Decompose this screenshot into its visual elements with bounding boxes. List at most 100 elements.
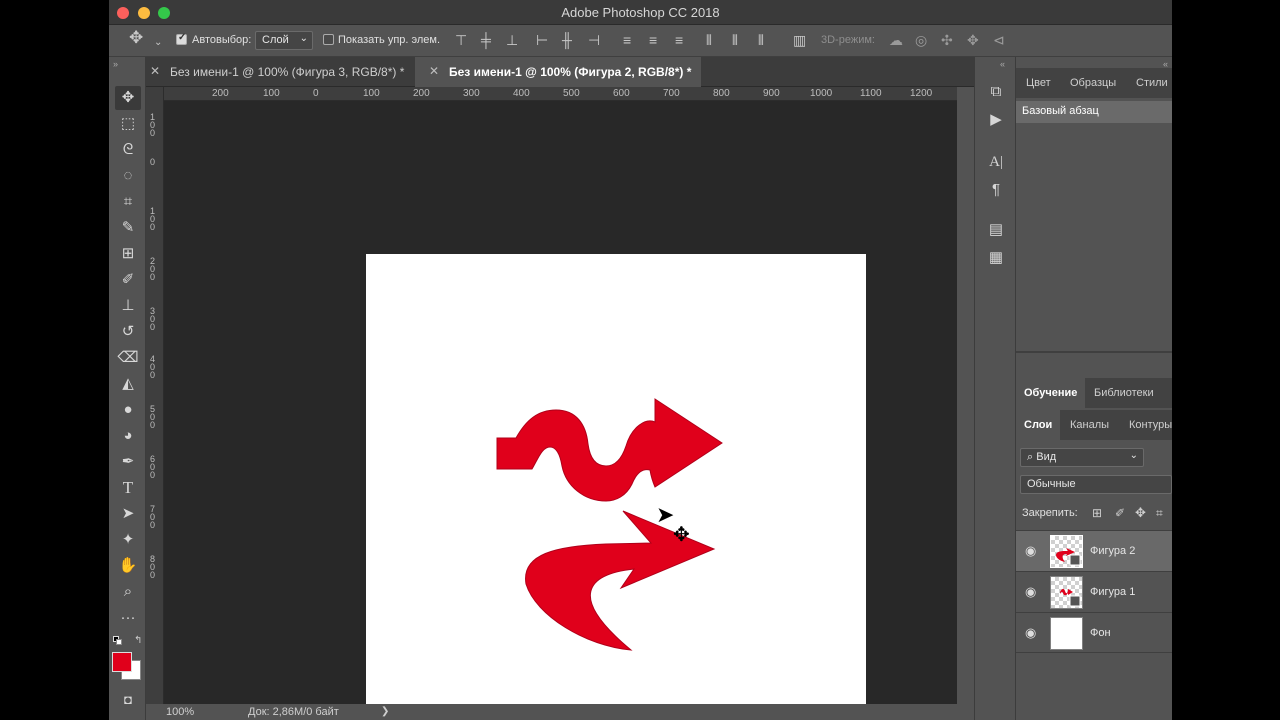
orbit-3d-icon[interactable]: ☁ [889, 33, 903, 47]
auto-select-dropdown[interactable]: Слой ⌄ [255, 31, 313, 50]
canvas-area[interactable]: ➤ ✥ [164, 101, 957, 720]
show-controls-checkbox[interactable] [323, 34, 334, 45]
ruler-tick: 800 [713, 88, 730, 99]
layer-name: Фигура 1 [1090, 586, 1136, 598]
dodge-tool-icon[interactable]: ◕ [115, 424, 141, 448]
distribute-vcenter-icon[interactable]: ≡ [649, 33, 657, 47]
blur-tool-icon[interactable]: ● [115, 398, 141, 422]
tab-paths[interactable]: Контуры [1121, 410, 1172, 440]
tab-document-figure-3[interactable]: ✕ Без имени-1 @ 100% (Фигура 3, RGB/8*) … [136, 57, 421, 87]
lock-transparency-icon[interactable]: ⊞ [1092, 506, 1102, 520]
move-tool-icon[interactable]: ✥ [115, 86, 141, 110]
tab-styles[interactable]: Стили [1128, 68, 1172, 98]
eye-icon[interactable]: ◉ [1025, 543, 1036, 559]
tab-layers[interactable]: Слои [1016, 410, 1061, 440]
layer-row[interactable]: ◉ Фигура 1 [1016, 571, 1172, 612]
distribute-left-icon[interactable]: ⫴ [706, 33, 712, 47]
document-canvas[interactable]: ➤ ✥ [366, 254, 866, 720]
layer-filter-dropdown[interactable]: ⌕ Вид ⌄ [1020, 448, 1144, 467]
lock-artboard-icon[interactable]: ⌗ [1156, 506, 1163, 521]
tab-channels[interactable]: Каналы [1062, 410, 1117, 440]
layer-row[interactable]: ◉ Фон [1016, 612, 1172, 653]
chevron-down-icon[interactable]: ⌄ [154, 36, 162, 50]
character-panel-icon[interactable]: A| [986, 152, 1006, 172]
actions-panel-icon[interactable]: ▶ [986, 110, 1006, 130]
default-colors-icon[interactable] [113, 636, 122, 645]
history-panel-icon[interactable]: ⧉ [986, 82, 1006, 102]
align-hcenter-icon[interactable]: ╫ [562, 33, 572, 47]
layer-row[interactable]: ◉ Фигура 2 [1016, 530, 1172, 571]
show-controls-label: Показать упр. элем. [338, 34, 441, 46]
tab-libraries[interactable]: Библиотеки [1086, 378, 1162, 408]
align-bottom-icon[interactable]: ⊥ [506, 33, 518, 47]
pen-tool-icon[interactable]: ✒ [115, 450, 141, 474]
cursor-arrow-icon: ➤ [656, 502, 675, 527]
path-select-tool-icon[interactable]: ➤ [115, 502, 141, 526]
hand-tool-icon[interactable]: ✋ [115, 554, 141, 578]
distribute-right-icon[interactable]: ⫴ [758, 33, 764, 47]
align-vcenter-icon[interactable]: ╪ [481, 33, 491, 47]
align-right-icon[interactable]: ⊣ [588, 33, 600, 47]
tab-swatches[interactable]: Образцы [1062, 68, 1124, 98]
eye-icon[interactable]: ◉ [1025, 584, 1036, 600]
scale-3d-icon[interactable]: ⊲ [993, 33, 1005, 47]
ruler-tick: 5 0 0 [150, 404, 156, 430]
distribute-top-icon[interactable]: ≡ [623, 33, 631, 47]
character-styles-icon[interactable]: ▤ [986, 220, 1006, 240]
eyedropper-tool-icon[interactable]: ✎ [115, 216, 141, 240]
eraser-tool-icon[interactable]: ⌫ [115, 346, 141, 370]
chevron-down-icon: ⌄ [299, 33, 308, 44]
distribute-hcenter-icon[interactable]: ⫴ [732, 33, 738, 47]
auto-align-icon[interactable]: ▥ [793, 33, 806, 47]
roll-3d-icon[interactable]: ◎ [915, 33, 927, 47]
zoom-tool-icon[interactable]: ⌕ [115, 580, 141, 604]
paragraph-panel-icon[interactable]: ¶ [986, 180, 1006, 200]
history-brush-tool-icon[interactable]: ↺ [115, 320, 141, 344]
crop-tool-icon[interactable]: ⌗ [115, 190, 141, 214]
tab-color[interactable]: Цвет [1018, 68, 1059, 98]
expand-icon[interactable]: « [1000, 59, 1005, 69]
auto-select-checkbox[interactable] [176, 32, 187, 45]
move-tool-icon[interactable]: ✥ [129, 29, 143, 46]
align-top-icon[interactable]: ⊤ [455, 33, 467, 47]
paint-bucket-tool-icon[interactable]: ◭ [115, 372, 141, 396]
type-tool-icon[interactable]: T [115, 476, 141, 500]
eye-icon[interactable]: ◉ [1025, 625, 1036, 641]
panel-divider [1016, 351, 1172, 353]
drag-3d-icon[interactable]: ✣ [941, 33, 953, 47]
ruler-tick: 8 0 0 [150, 554, 156, 580]
lock-pixels-icon[interactable]: ✐ [1115, 506, 1125, 520]
healing-tool-icon[interactable]: ⊞ [115, 242, 141, 266]
align-left-icon[interactable]: ⊢ [536, 33, 548, 47]
foreground-color-swatch[interactable] [112, 652, 132, 672]
more-tools-icon[interactable]: ··· [115, 606, 141, 630]
distribute-bottom-icon[interactable]: ≡ [675, 33, 683, 47]
tab-document-figure-2[interactable]: ✕ Без имени-1 @ 100% (Фигура 2, RGB/8*) … [415, 57, 701, 87]
stamp-tool-icon[interactable]: ⊥ [115, 294, 141, 318]
paragraph-style-item[interactable]: Базовый абзац [1016, 101, 1172, 123]
ruler-tick: 0 [150, 157, 156, 167]
marquee-tool-icon[interactable]: ⬚ [115, 112, 141, 136]
slide-3d-icon[interactable]: ✥ [967, 33, 979, 47]
tab-learn[interactable]: Обучение [1016, 378, 1086, 408]
document-tabs: ✕ Без имени-1 @ 100% (Фигура 3, RGB/8*) … [109, 57, 974, 87]
swap-colors-icon[interactable]: ↰ [134, 635, 142, 646]
wave-arrow-shape[interactable] [496, 398, 723, 502]
lasso-tool-icon[interactable]: ᘓ [115, 138, 141, 162]
status-menu-arrow[interactable]: ❯ [381, 706, 389, 717]
collapse-icon[interactable]: » [113, 59, 118, 69]
paragraph-styles-icon[interactable]: ▦ [986, 248, 1006, 268]
ruler-tick: 900 [763, 88, 780, 99]
close-tab-icon[interactable]: ✕ [150, 64, 160, 78]
close-tab-icon[interactable]: ✕ [429, 64, 439, 78]
ruler-tick: 3 0 0 [150, 306, 156, 332]
custom-shape-tool-icon[interactable]: ✦ [115, 528, 141, 552]
quick-select-tool-icon[interactable]: ◌ [115, 164, 141, 188]
vertical-scrollbar[interactable] [957, 87, 974, 704]
lock-position-icon[interactable]: ✥ [1135, 505, 1146, 521]
zoom-level[interactable]: 100% [166, 706, 194, 718]
brush-tool-icon[interactable]: ✐ [115, 268, 141, 292]
ruler-tick: 500 [563, 88, 580, 99]
blend-mode-dropdown[interactable]: Обычные [1020, 475, 1172, 494]
quick-mask-icon[interactable]: ◘ [115, 688, 141, 712]
